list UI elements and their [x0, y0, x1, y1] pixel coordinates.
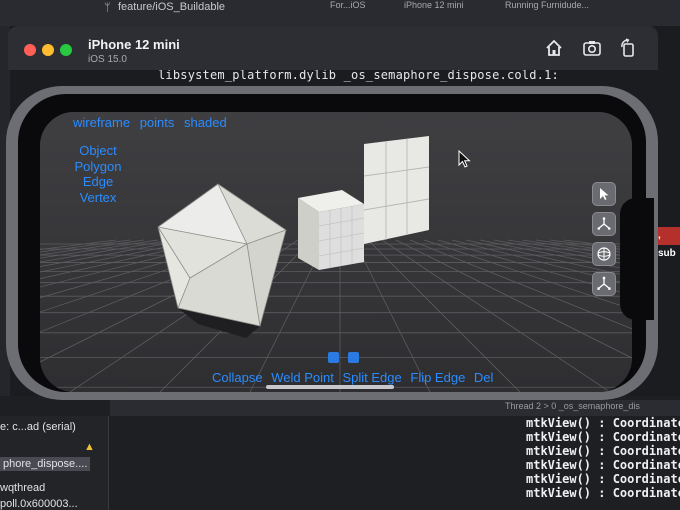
cube-mesh[interactable] — [298, 190, 365, 270]
frame-row[interactable]: wqthread — [0, 482, 45, 494]
delete-button[interactable]: Del — [474, 370, 494, 385]
flip-edge-button[interactable]: Flip Edge — [410, 370, 465, 385]
variables-view — [110, 416, 518, 510]
edit-action-bar: Collapse Weld Point Split Edge Flip Edge… — [212, 370, 498, 385]
close-window-button[interactable] — [24, 44, 36, 56]
console-line: mtkView() : Coordinato — [526, 416, 680, 430]
collapse-button[interactable]: Collapse — [212, 370, 263, 385]
render-mode-bar: wireframe points shaded — [73, 115, 233, 130]
mouse-cursor-icon — [458, 150, 471, 168]
console-line: mtkView() : Coordinato — [526, 444, 680, 458]
console-line: mtkView() : Coordinato — [526, 486, 680, 500]
thread-breadcrumb[interactable]: Thread 2 > 0 _os_semaphore_dis — [505, 401, 640, 411]
queue-label[interactable]: e: c...ad (serial) — [0, 421, 76, 433]
object-mode-button[interactable]: Object — [70, 143, 126, 159]
sensor-notch — [620, 198, 654, 320]
edge-mode-button[interactable]: Edge — [70, 174, 126, 190]
device-tab[interactable]: iPhone 12 mini — [404, 0, 464, 12]
vertex-mode-button[interactable]: Vertex — [70, 190, 126, 206]
minimize-window-button[interactable] — [42, 44, 54, 56]
rotate-gizmo-icon — [597, 247, 611, 261]
scale-tool-button[interactable] — [592, 272, 616, 296]
rotate-tool-button[interactable] — [592, 242, 616, 266]
zoom-window-button[interactable] — [60, 44, 72, 56]
pointer-icon — [600, 188, 609, 200]
screenshot-icon[interactable] — [582, 38, 602, 58]
console-line: mtkView() : Coordinato — [526, 430, 680, 444]
console-line: mtkView() : Coordinato — [526, 458, 680, 472]
frame-row[interactable]: poll.0x600003... — [0, 498, 78, 510]
warning-icon: ▲ — [84, 441, 95, 453]
console-output: mtkView() : Coordinato mtkView() : Coord… — [522, 416, 680, 510]
rotate-icon[interactable] — [618, 38, 638, 58]
branch-name[interactable]: feature/iOS_Buildable — [118, 1, 225, 13]
shaded-mode-button[interactable]: shaded — [184, 115, 227, 130]
prev-element-button[interactable] — [328, 352, 339, 363]
phone-frame: wireframe points shaded Object Polygon E… — [6, 86, 658, 400]
select-tool-button[interactable] — [592, 182, 616, 206]
disassembly-line: libsystem_platform.dylib _os_semaphore_d… — [158, 68, 559, 82]
wireframe-mode-button[interactable]: wireframe — [73, 115, 130, 130]
os-version: iOS 15.0 — [88, 54, 127, 65]
frame-label: phore_dispose.... — [0, 457, 91, 471]
selection-mode-menu: Object Polygon Edge Vertex — [70, 143, 126, 205]
split-edge-button[interactable]: Split Edge — [342, 370, 401, 385]
3d-viewport[interactable] — [40, 112, 632, 392]
device-name: iPhone 12 mini — [88, 37, 180, 52]
status-tab: Running Furnidude... — [505, 0, 590, 10]
scale-icon — [597, 276, 611, 290]
divider — [108, 416, 109, 510]
points-mode-button[interactable]: points — [140, 115, 175, 130]
debug-navigator: e: c...ad (serial) phore_dispose.... wqt… — [0, 416, 108, 510]
home-icon[interactable] — [544, 38, 564, 58]
move-tool-button[interactable] — [592, 212, 616, 236]
polygon-mode-button[interactable]: Polygon — [70, 159, 126, 175]
simulator-titlebar: iPhone 12 mini iOS 15.0 — [8, 26, 658, 70]
frame-row-selected[interactable]: phore_dispose.... — [0, 457, 91, 471]
phone-bezel: wireframe points shaded Object Polygon E… — [18, 94, 646, 392]
home-indicator[interactable] — [266, 385, 394, 389]
xcode-toolbar: ᛘ feature/iOS_Buildable For...iOS iPhone… — [0, 0, 680, 26]
next-element-button[interactable] — [348, 352, 359, 363]
scheme-tab[interactable]: For...iOS — [330, 0, 366, 12]
app-viewport[interactable]: wireframe points shaded Object Polygon E… — [40, 112, 632, 392]
grid-plane-mesh[interactable] — [363, 136, 430, 244]
weld-point-button[interactable]: Weld Point — [271, 370, 334, 385]
console-line: mtkView() : Coordinato — [526, 472, 680, 486]
branch-icon: ᛘ — [104, 2, 111, 14]
move-icon — [597, 217, 611, 230]
